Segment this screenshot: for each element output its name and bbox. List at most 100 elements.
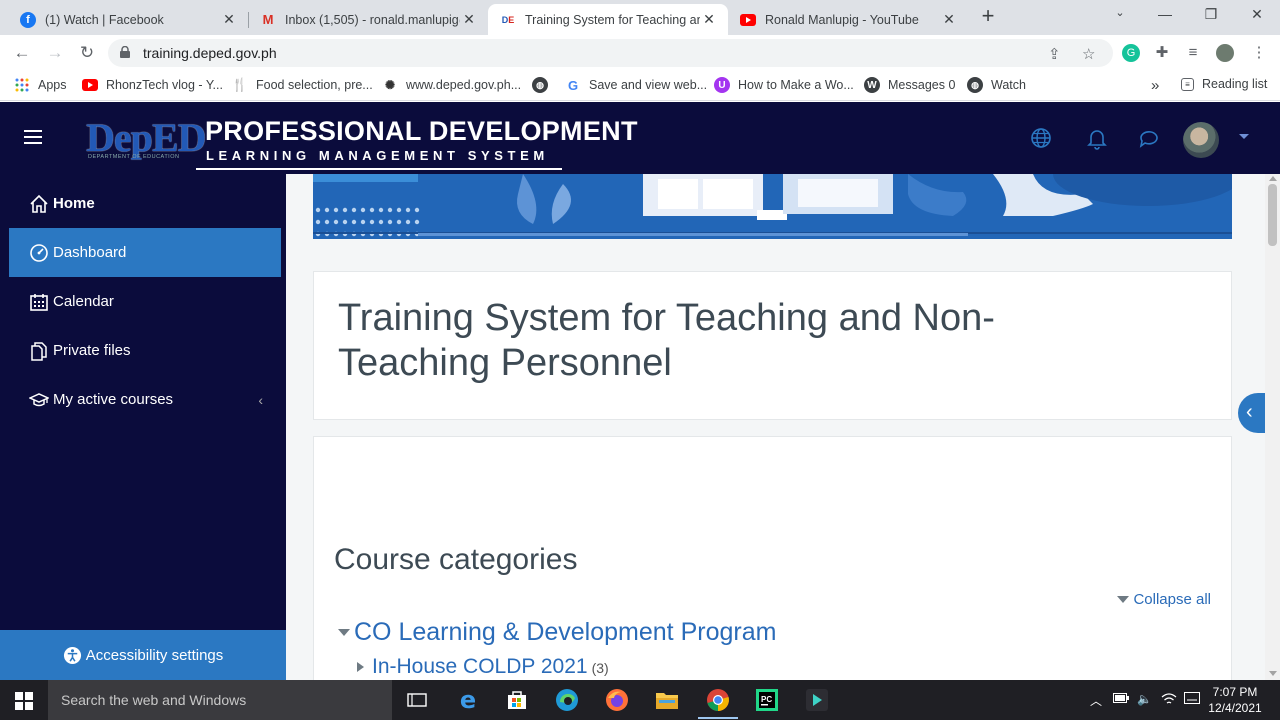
bookmark-apps[interactable]: Apps — [14, 77, 67, 93]
tab-youtube[interactable]: Ronald Manlupig - YouTube ✕ — [728, 4, 968, 35]
apps-grid-icon — [14, 77, 30, 93]
tab-gmail[interactable]: M Inbox (1,505) - ronald.manlupig@ ✕ — [248, 4, 488, 35]
close-tab-icon[interactable]: ✕ — [460, 11, 478, 28]
reading-list-label: Reading list — [1202, 77, 1268, 91]
caret-right-icon[interactable] — [357, 662, 364, 672]
bookmark-star-icon[interactable]: ☆ — [1082, 45, 1095, 63]
sidebar-item-my-active-courses[interactable]: My active courses ‹ — [9, 375, 281, 424]
battery-icon[interactable] — [1113, 692, 1129, 706]
chevron-down-icon[interactable] — [1239, 134, 1249, 139]
filmora-icon[interactable] — [805, 688, 829, 712]
sidebar-item-calendar[interactable]: Calendar — [9, 277, 281, 326]
calendar-icon — [30, 293, 48, 311]
minimize-button[interactable]: — — [1155, 6, 1175, 22]
media-control-icon[interactable]: ≡ — [1184, 44, 1202, 62]
bookmark-food-selection[interactable]: 🍴 Food selection, pre... — [232, 77, 373, 93]
restore-button[interactable]: ❐ — [1201, 6, 1221, 23]
firefox-icon[interactable] — [605, 688, 629, 712]
caret-down-icon — [1117, 596, 1130, 603]
messages-chat-icon[interactable] — [1137, 126, 1161, 150]
hamburger-menu-icon[interactable] — [24, 130, 42, 144]
page-title: Training System for Teaching and Non-Tea… — [338, 297, 995, 384]
bookmark-messages[interactable]: W Messages 0 — [864, 77, 955, 93]
edge-legacy-icon[interactable]: e — [456, 686, 480, 714]
bookmark-save-view[interactable]: G Save and view web... — [565, 77, 707, 93]
wordpress-icon: W — [864, 77, 880, 93]
close-window-button[interactable]: ✕ — [1247, 6, 1267, 23]
reading-list-button[interactable]: ≡ Reading list — [1181, 77, 1267, 91]
site-title: PROFESSIONAL DEVELOPMENT — [205, 116, 638, 146]
accessibility-icon — [63, 646, 81, 664]
lock-icon — [120, 46, 130, 58]
scroll-up-arrow[interactable] — [1269, 176, 1277, 181]
caret-down-icon[interactable] — [338, 629, 350, 636]
url-text: training.deped.gov.ph — [143, 45, 277, 61]
globe-icon: ◍ — [532, 77, 548, 93]
windows-start-icon[interactable] — [15, 692, 33, 710]
bookmark-rhonztech[interactable]: RhonzTech vlog - Y... — [82, 77, 223, 93]
back-button[interactable]: ← — [11, 43, 33, 63]
site-header: DepED DEPARTMENT OF EDUCATION PROFESSION… — [0, 102, 1280, 174]
accessibility-settings-button[interactable]: Accessibility settings — [0, 630, 286, 680]
subcategory-in-house-coldp[interactable]: In-House COLDP 2021 (3) — [357, 655, 609, 679]
youtube-icon — [82, 77, 98, 93]
bookmark-label: How to Make a Wo... — [738, 78, 854, 92]
chrome-icon[interactable] — [706, 688, 730, 712]
language-globe-icon[interactable] — [1029, 126, 1053, 150]
volume-icon[interactable]: 🔈 — [1137, 692, 1152, 706]
more-bookmarks-button[interactable]: » — [1151, 77, 1159, 94]
category-co-ldp[interactable]: CO Learning & Development Program — [338, 618, 776, 647]
page-scrollbar[interactable] — [1265, 174, 1280, 680]
bookmark-watch[interactable]: ◍ Watch — [967, 77, 1026, 93]
chevron-left-icon[interactable]: ‹ — [258, 392, 263, 408]
category-label[interactable]: CO Learning & Development Program — [354, 618, 776, 647]
profile-avatar[interactable] — [1216, 44, 1234, 62]
grammarly-icon[interactable]: G — [1122, 44, 1140, 62]
close-tab-icon[interactable]: ✕ — [940, 11, 958, 28]
taskbar-clock[interactable]: 7:07 PM 12/4/2021 — [1207, 684, 1263, 716]
show-hidden-icons[interactable]: ︿ — [1090, 692, 1102, 709]
store-icon[interactable] — [505, 688, 529, 712]
task-view-icon[interactable] — [405, 688, 429, 712]
google-icon: G — [567, 77, 579, 93]
tab-training-system[interactable]: DE Training System for Teaching and ✕ — [488, 4, 728, 35]
sidebar-item-label: Private files — [53, 342, 131, 359]
keyboard-input-icon[interactable] — [1184, 692, 1200, 709]
scroll-thumb[interactable] — [1268, 184, 1277, 246]
home-icon — [30, 194, 48, 213]
edge-icon[interactable] — [555, 688, 579, 712]
bookmark-how-to-make[interactable]: U How to Make a Wo... — [714, 77, 854, 93]
file-explorer-icon[interactable] — [655, 688, 679, 712]
pycharm-icon[interactable]: PC — [755, 688, 779, 712]
reload-button[interactable]: ↻ — [76, 43, 98, 63]
udemy-icon: U — [714, 77, 730, 93]
share-icon[interactable]: ⇪ — [1048, 45, 1061, 63]
subcategory-label[interactable]: In-House COLDP 2021 — [372, 655, 588, 679]
sidebar-item-label: Home — [53, 195, 95, 212]
notification-bell-icon[interactable] — [1085, 126, 1109, 150]
sidebar-item-dashboard[interactable]: Dashboard — [9, 228, 281, 277]
svg-text:PC: PC — [761, 695, 772, 704]
tab-title: Inbox (1,505) - ronald.manlupig@ — [285, 12, 460, 27]
sidebar-item-private-files[interactable]: Private files — [9, 326, 281, 375]
user-avatar[interactable] — [1183, 122, 1219, 158]
main-content: Training System for Teaching and Non-Tea… — [286, 174, 1265, 680]
menu-icon[interactable]: ⋮ — [1250, 44, 1268, 62]
collapse-all-link[interactable]: Collapse all — [1117, 591, 1211, 608]
tab-facebook[interactable]: f (1) Watch | Facebook ✕ — [8, 4, 248, 35]
close-tab-icon[interactable]: ✕ — [220, 11, 238, 28]
extensions-icon[interactable]: ✚ — [1153, 44, 1171, 62]
wifi-icon[interactable] — [1161, 692, 1177, 709]
sidebar-item-home[interactable]: Home — [9, 179, 281, 228]
new-tab-button[interactable]: + — [977, 5, 999, 28]
logo-underline — [196, 168, 562, 170]
omnibox[interactable]: training.deped.gov.ph ⇪ ☆ — [108, 39, 1113, 67]
windows-taskbar: Search the web and Windows e PC ︿ 🔈 7:07… — [0, 680, 1280, 720]
close-tab-icon[interactable]: ✕ — [700, 11, 718, 28]
taskbar-search-box[interactable]: Search the web and Windows — [48, 680, 392, 720]
bookmark-deped[interactable]: ✺ www.deped.gov.ph... — [382, 77, 521, 93]
forward-button[interactable]: → — [44, 43, 66, 63]
tab-search-icon[interactable]: ⌄ — [1110, 6, 1130, 19]
bookmark-globe[interactable]: ◍ — [532, 77, 556, 93]
scroll-down-arrow[interactable] — [1269, 671, 1277, 676]
